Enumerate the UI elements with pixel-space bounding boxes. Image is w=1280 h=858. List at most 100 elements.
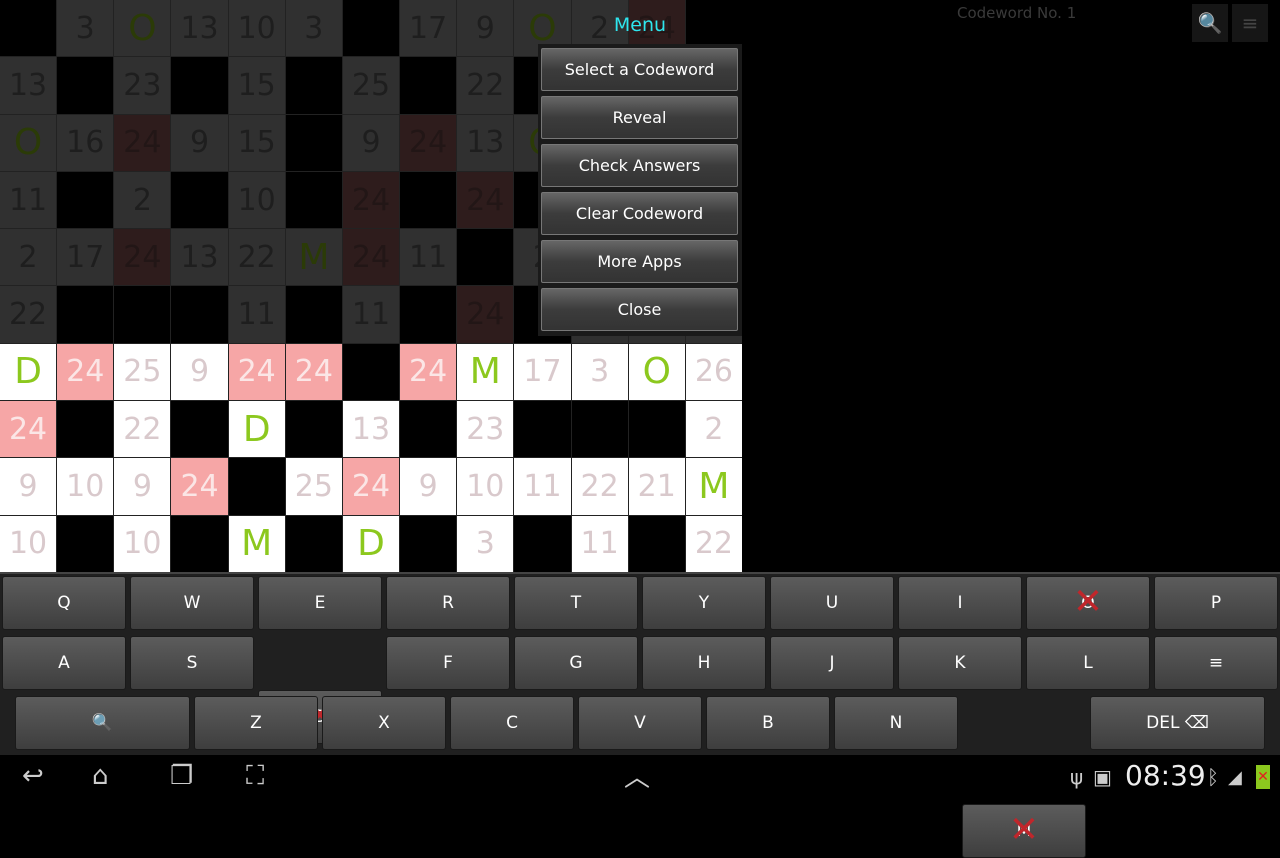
grid-cell[interactable]: 24 [400,343,457,401]
grid-cell[interactable] [400,515,457,572]
key-z[interactable]: Z [194,696,318,750]
grid-cell[interactable] [400,57,457,114]
grid-cell[interactable]: M [457,343,514,401]
grid-cell[interactable]: 23 [457,401,514,458]
grid-cell[interactable]: 24 [171,458,228,515]
grid-cell[interactable]: 22 [114,401,171,458]
grid-cell[interactable]: 22 [685,515,742,572]
menu-button[interactable]: ≡ [1232,4,1268,42]
grid-cell[interactable]: 26 [685,343,742,401]
grid-cell[interactable]: 13 [171,229,228,286]
grid-cell[interactable]: 24 [457,171,514,229]
grid-cell[interactable] [400,401,457,458]
grid-cell[interactable]: 24 [228,343,285,401]
grid-cell[interactable]: 24 [342,229,400,286]
grid-cell[interactable]: 11 [400,229,457,286]
key-g[interactable]: G [514,636,638,690]
grid-cell[interactable]: 9 [171,343,228,401]
back-icon[interactable]: ↩ [22,761,44,791]
grid-cell[interactable]: 24 [400,114,457,171]
key-t[interactable]: T [514,576,638,630]
grid-cell[interactable] [342,343,400,401]
grid-cell[interactable] [342,0,400,57]
grid-cell[interactable]: 16 [57,114,114,171]
grid-cell[interactable]: 10 [0,515,57,572]
key-p[interactable]: P [1154,576,1278,630]
delete-key[interactable]: DEL ⌫ [1090,696,1265,750]
grid-cell[interactable]: 24 [457,286,514,343]
grid-cell[interactable]: 11 [571,515,628,572]
grid-cell[interactable]: 13 [171,0,228,57]
grid-cell[interactable]: 11 [342,286,400,343]
grid-cell[interactable] [285,286,342,343]
grid-cell[interactable] [514,401,571,458]
grid-cell[interactable]: 15 [228,57,285,114]
grid-cell[interactable]: 25 [114,343,171,401]
grid-cell[interactable] [57,515,114,572]
grid-cell[interactable]: M [685,458,742,515]
reveal-button[interactable]: Reveal [541,96,738,139]
select-codeword-button[interactable]: Select a Codeword [541,48,738,91]
grid-cell[interactable]: 13 [342,401,400,458]
key-m[interactable]: M [962,804,1086,858]
grid-cell[interactable] [400,286,457,343]
grid-cell[interactable] [171,515,228,572]
key-v[interactable]: V [578,696,702,750]
grid-cell[interactable]: 24 [114,114,171,171]
grid-cell[interactable]: 11 [228,286,285,343]
grid-cell[interactable] [0,0,57,57]
grid-cell[interactable] [57,171,114,229]
chevron-up-icon[interactable]: ︿ [624,757,650,794]
grid-cell[interactable] [171,57,228,114]
grid-cell[interactable]: O [628,343,685,401]
key-f[interactable]: F [386,636,510,690]
grid-cell[interactable]: 2 [114,171,171,229]
grid-cell[interactable]: 17 [400,0,457,57]
key-l[interactable]: L [1026,636,1150,690]
key-b[interactable]: B [706,696,830,750]
grid-cell[interactable]: 3 [57,0,114,57]
grid-cell[interactable]: 9 [400,458,457,515]
grid-cell[interactable] [57,57,114,114]
grid-cell[interactable]: 13 [457,114,514,171]
grid-cell[interactable]: 13 [0,57,57,114]
grid-cell[interactable]: 24 [285,343,342,401]
grid-cell[interactable]: 3 [571,343,628,401]
grid-cell[interactable]: 15 [228,114,285,171]
grid-cell[interactable]: 11 [0,171,57,229]
check-answers-button[interactable]: Check Answers [541,144,738,187]
grid-cell[interactable]: 9 [114,458,171,515]
grid-cell[interactable]: 22 [0,286,57,343]
screenshot-icon[interactable]: ⛶ [246,761,264,792]
grid-cell[interactable] [285,401,342,458]
grid-cell[interactable] [285,114,342,171]
grid-cell[interactable] [285,515,342,572]
grid-cell[interactable]: 24 [342,171,400,229]
key-k[interactable]: K [898,636,1022,690]
key-o[interactable]: O [1026,576,1150,630]
more-apps-button[interactable]: More Apps [541,240,738,283]
grid-cell[interactable]: O [0,114,57,171]
grid-cell[interactable] [171,401,228,458]
home-icon[interactable]: ⌂ [92,761,109,791]
grid-cell[interactable] [628,515,685,572]
grid-cell[interactable]: 10 [57,458,114,515]
grid-cell[interactable]: 21 [628,458,685,515]
grid-cell[interactable]: O [114,0,171,57]
grid-cell[interactable]: 9 [342,114,400,171]
key-y[interactable]: Y [642,576,766,630]
grid-cell[interactable]: M [228,515,285,572]
grid-cell[interactable] [514,515,571,572]
grid-cell[interactable] [285,171,342,229]
grid-cell[interactable]: 10 [228,0,285,57]
key-q[interactable]: Q [2,576,126,630]
search-key[interactable]: 🔍 [15,696,190,750]
grid-cell[interactable]: D [228,401,285,458]
key-x[interactable]: X [322,696,446,750]
key-i[interactable]: I [898,576,1022,630]
grid-cell[interactable]: 10 [457,458,514,515]
key-a[interactable]: A [2,636,126,690]
grid-cell[interactable]: 3 [285,0,342,57]
grid-cell[interactable] [57,286,114,343]
menu-key[interactable]: ≡ [1154,636,1278,690]
